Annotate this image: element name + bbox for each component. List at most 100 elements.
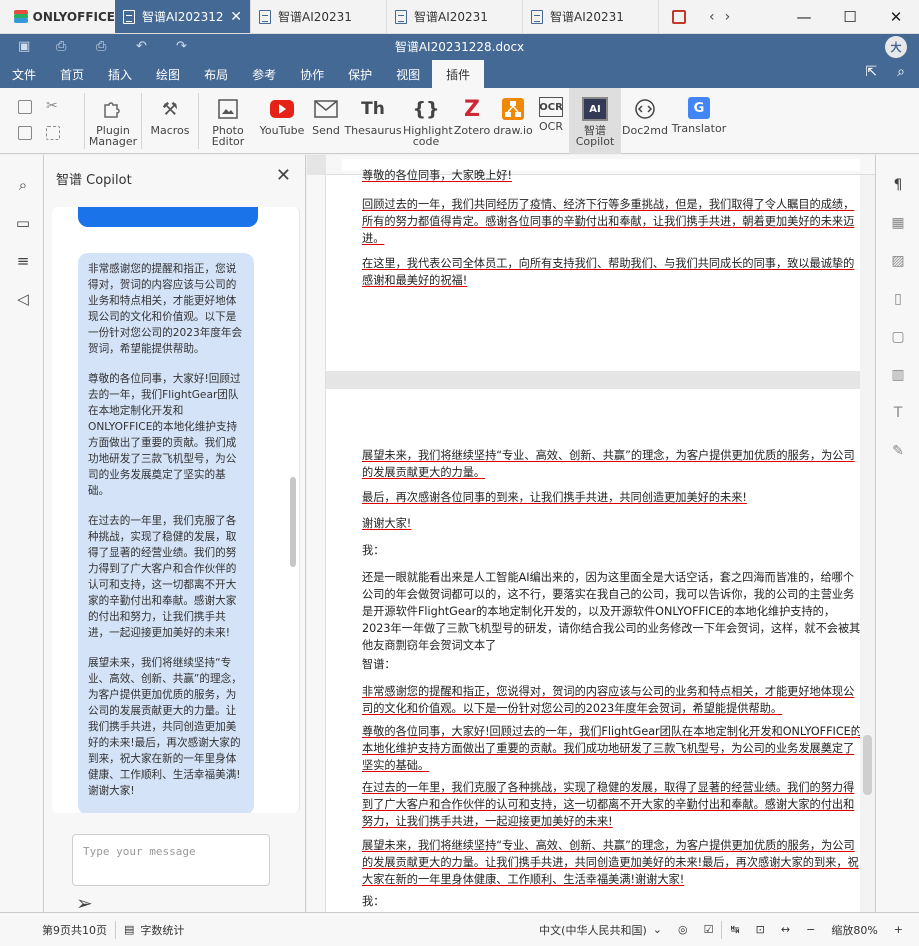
image-settings-icon[interactable]: ▨ <box>889 253 907 269</box>
signature-icon[interactable]: ✎ <box>889 443 907 459</box>
comments-icon[interactable]: ▭ <box>14 215 32 231</box>
doc-paragraph: 谢谢大家! <box>362 517 412 530</box>
vertical-ruler[interactable] <box>307 175 326 912</box>
track-changes-icon[interactable]: ↹ <box>722 923 747 936</box>
page-count[interactable]: 第9页共10页 <box>0 922 115 938</box>
fit-to-width-icon[interactable]: ↔ <box>773 923 798 936</box>
header-footer-icon[interactable]: ▯ <box>889 291 907 307</box>
doc-paragraph: 尊敬的各位同事，大家好!回顾过去的一年，我们FlightGear团队在本地定制化… <box>362 725 862 772</box>
drawio-button[interactable]: draw.io <box>493 88 533 154</box>
doc2md-button[interactable]: Doc2md <box>621 88 669 154</box>
translator-icon: G <box>688 97 710 119</box>
spellcheck-icon[interactable]: ☑ <box>696 923 722 936</box>
zoom-out-icon[interactable]: − <box>798 923 823 936</box>
thesaurus-button[interactable]: Th Thesaurus <box>344 88 402 154</box>
zhipu-copilot-button[interactable]: AI 智谱 Copilot <box>569 88 621 154</box>
app-logo: ONLYOFFICE <box>0 0 115 33</box>
language-select[interactable]: 中文(中华人民共和国) ⌄ <box>531 922 670 938</box>
table-settings-icon[interactable]: ▦ <box>889 215 907 231</box>
document-icon <box>395 9 407 24</box>
zoom-level: 缩放80% <box>831 923 878 937</box>
translator-button[interactable]: G Translator <box>669 88 729 154</box>
doc-paragraph: 在过去的一年里，我们克服了各种挑战，实现了稳健的发展，取得了显著的经营业绩。我们… <box>362 781 855 828</box>
doc-paragraph: 非常感谢您的提醒和指正，您说得对，贺词的内容应该与公司的业务和特点相关，才能更好… <box>362 685 855 715</box>
assistant-paragraph: 展望未来，我们将继续坚持“专业、高效、创新、共赢”的理念，为客户提供更加优质的服… <box>88 657 242 797</box>
select-all-icon[interactable] <box>46 126 60 140</box>
document-icon <box>259 9 271 24</box>
paragraph-settings-icon[interactable]: ¶ <box>889 177 907 193</box>
open-file-location-icon[interactable]: ⇱ <box>865 64 877 80</box>
assistant-message-bubble: 非常感谢您的提醒和指正，您说得对，贺词的内容应该与公司的业务和特点相关，才能更好… <box>78 253 254 813</box>
shape-settings-icon[interactable]: ▢ <box>889 329 907 345</box>
document-canvas[interactable]: 尊敬的各位同事，大家晚上好! 回顾过去的一年，我们共同经历了疫情、经济下行等多重… <box>307 155 875 912</box>
tab-document-2[interactable]: 智谱AI20231 <box>251 0 387 33</box>
send-button[interactable]: Send <box>307 88 345 154</box>
message-input[interactable]: Type your message <box>72 834 270 886</box>
macros-button[interactable]: ⚒ Macros <box>142 88 198 154</box>
chat-history[interactable]: 非常感谢您的提醒和指正，您说得对，贺词的内容应该与公司的业务和特点相关，才能更好… <box>52 207 300 813</box>
close-tab-icon[interactable]: ✕ <box>230 9 242 25</box>
photo-editor-button[interactable]: Photo Editor <box>199 88 257 154</box>
chart-settings-icon[interactable]: ▥ <box>889 367 907 383</box>
search-icon[interactable]: ⌕ <box>14 177 32 193</box>
chevron-down-icon: ⌄ <box>652 923 662 936</box>
assistant-paragraph: 在过去的一年里，我们克服了各种挑战，实现了稳健的发展，取得了显著的经营业绩。我们… <box>88 515 237 639</box>
minimize-icon[interactable]: — <box>781 0 827 33</box>
menu-collaboration[interactable]: 协作 <box>288 60 336 88</box>
word-count-button[interactable]: ▤ 字数统计 <box>116 922 192 938</box>
menu-insert[interactable]: 插入 <box>96 60 144 88</box>
menu-draw[interactable]: 绘图 <box>144 60 192 88</box>
close-window-icon[interactable]: ✕ <box>873 0 919 33</box>
document-scrollbar[interactable] <box>860 175 875 912</box>
document-page[interactable]: 展望未来，我们将继续坚持“专业、高效、创新、共赢”的理念，为客户提供更加优质的服… <box>326 389 862 912</box>
ocr-button[interactable]: OCR OCR <box>533 88 569 154</box>
menu-references[interactable]: 参考 <box>240 60 288 88</box>
macros-label: Macros <box>150 124 190 137</box>
highlight-code-button[interactable]: {} Highlight code <box>401 88 453 154</box>
tab-scroll-right-icon[interactable]: › <box>725 9 731 25</box>
tab-document-1[interactable]: 智谱AI20231228.d ✕ <box>115 0 251 33</box>
panel-title: 智谱 Copilot <box>56 173 132 188</box>
menu-layout[interactable]: 布局 <box>192 60 240 88</box>
zotero-button[interactable]: Z Zotero <box>451 88 493 154</box>
navigation-icon[interactable]: ≡ <box>14 253 32 269</box>
tab-document-3[interactable]: 智谱AI20231 <box>387 0 523 33</box>
avatar[interactable]: 大 <box>885 36 907 58</box>
plugins-toolbar: ✂ Plugin Manager ⚒ Macros Photo Editor Y… <box>0 88 919 154</box>
menu-plugins[interactable]: 插件 <box>432 60 485 88</box>
zotero-icon: Z <box>464 96 480 122</box>
clipboard-group: ✂ <box>0 88 84 154</box>
text-art-icon[interactable]: T <box>889 405 907 421</box>
mail-icon <box>313 97 339 121</box>
menu-view[interactable]: 视图 <box>384 60 432 88</box>
chat-scrollbar[interactable] <box>290 477 296 567</box>
tab-scroll-left-icon[interactable]: ‹ <box>709 9 715 25</box>
ocr-icon: OCR <box>539 97 563 117</box>
tools-icon: ⚒ <box>161 98 179 120</box>
tab-document-4[interactable]: 智谱AI20231 <box>523 0 659 33</box>
zoom-in-icon[interactable]: + <box>886 923 919 936</box>
left-sidebar: ⌕ ▭ ≡ ◁ <box>0 155 44 912</box>
doc2md-label: Doc2md <box>622 124 668 137</box>
search-icon[interactable]: ⌕ <box>897 64 905 80</box>
copy-icon[interactable] <box>18 100 32 114</box>
drawio-label: draw.io <box>493 124 533 137</box>
tab-presentation[interactable] <box>659 0 699 33</box>
document-icon <box>531 9 543 24</box>
menu-file[interactable]: 文件 <box>0 60 48 88</box>
thesaurus-label: Thesaurus <box>344 124 402 137</box>
language-globe-icon[interactable]: ◎ <box>670 923 696 936</box>
fit-to-page-icon[interactable]: ⊡ <box>748 923 773 936</box>
menu-home[interactable]: 首页 <box>48 60 96 88</box>
paste-icon[interactable] <box>18 126 32 140</box>
youtube-button[interactable]: YouTube <box>257 88 307 154</box>
cut-icon[interactable]: ✂ <box>46 99 60 114</box>
plugin-manager-button[interactable]: Plugin Manager <box>85 88 141 154</box>
document-page[interactable]: 尊敬的各位同事，大家晚上好! 回顾过去的一年，我们共同经历了疫情、经济下行等多重… <box>326 169 860 371</box>
maximize-icon[interactable]: ☐ <box>827 0 873 33</box>
word-count-icon: ▤ <box>124 923 135 936</box>
speech-icon[interactable]: ◁ <box>14 291 32 307</box>
assistant-paragraph: 非常感谢您的提醒和指正，您说得对，贺词的内容应该与公司的业务和特点相关，才能更好… <box>88 263 243 355</box>
menu-protection[interactable]: 保护 <box>336 60 384 88</box>
close-icon[interactable]: ✕ <box>276 165 291 186</box>
